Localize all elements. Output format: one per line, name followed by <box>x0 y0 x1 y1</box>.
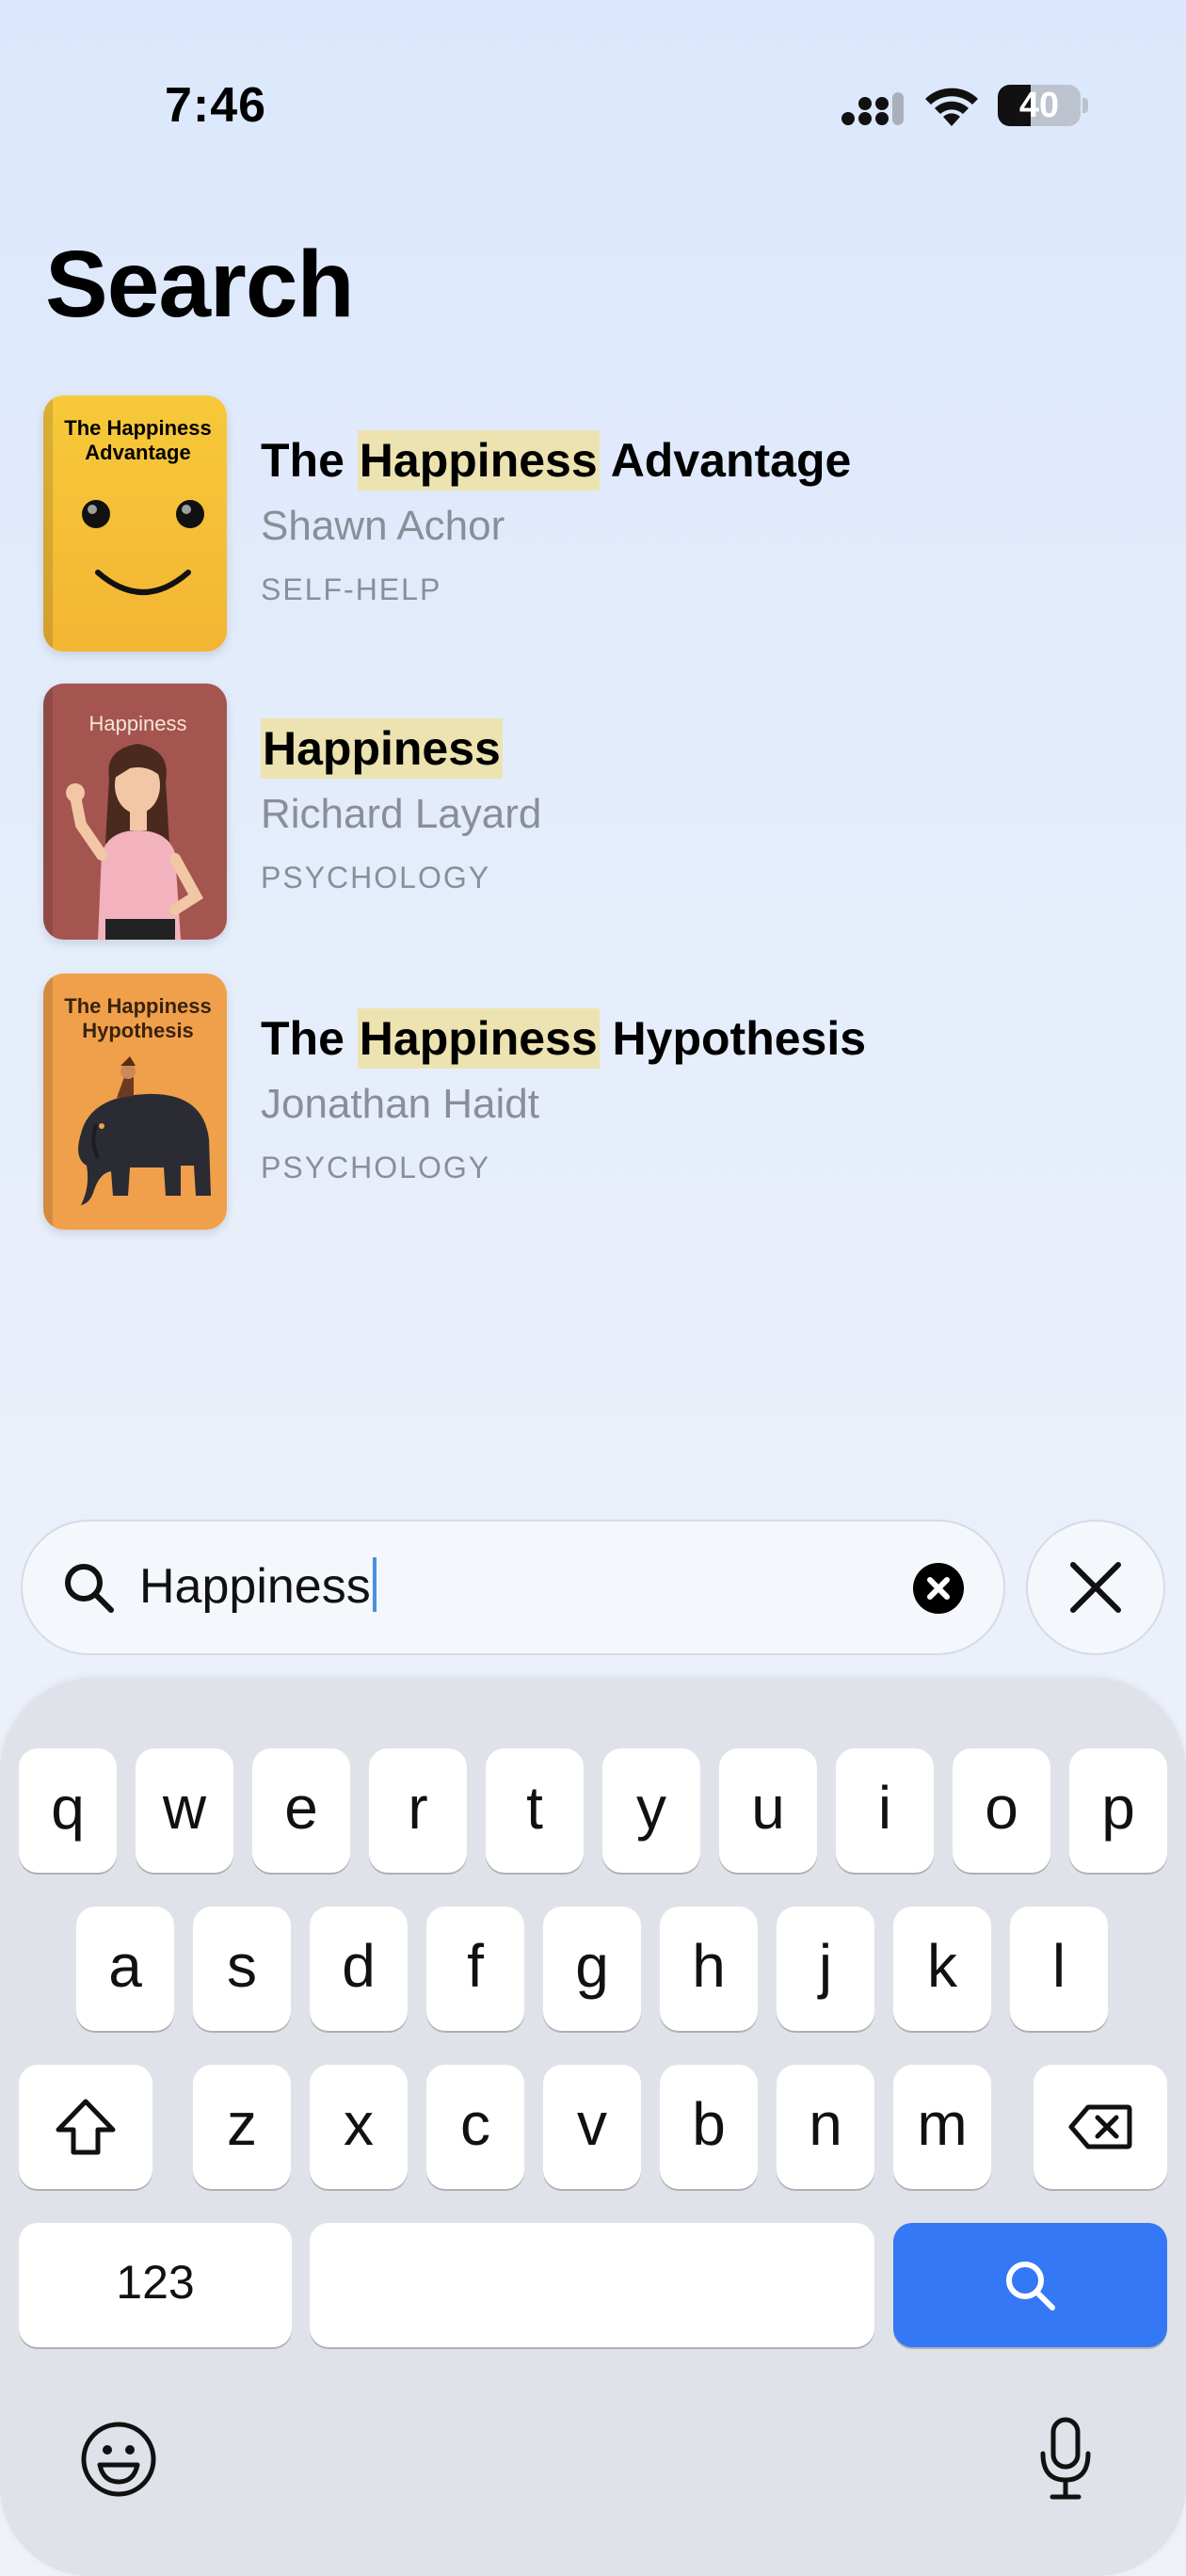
space-key[interactable] <box>310 2223 874 2347</box>
emoji-icon[interactable] <box>79 2420 158 2499</box>
search-input[interactable]: Happiness <box>139 1557 377 1615</box>
key-j[interactable]: j <box>777 1907 874 2031</box>
key-c[interactable]: c <box>426 2065 524 2189</box>
result-author: Shawn Achor <box>261 503 505 549</box>
key-s[interactable]: s <box>193 1907 291 2031</box>
shift-key[interactable] <box>19 2065 152 2189</box>
wifi-icon <box>925 88 978 126</box>
woman-illustration-icon <box>66 744 203 940</box>
key-z[interactable]: z <box>193 2065 291 2189</box>
match-highlight: Happiness <box>261 718 503 779</box>
microphone-icon[interactable] <box>1037 2416 1094 2503</box>
keyboard: q w e r t y u i o p a s d f g h j k l z … <box>0 1678 1186 2576</box>
key-e[interactable]: e <box>252 1748 350 1873</box>
key-i[interactable]: i <box>836 1748 934 1873</box>
result-author: Richard Layard <box>261 791 542 837</box>
key-p[interactable]: p <box>1069 1748 1167 1873</box>
search-result[interactable]: Happiness Happiness Richard Layard PSYCH… <box>0 684 1186 947</box>
delete-icon <box>1068 2104 1132 2149</box>
clear-icon <box>927 1577 950 1600</box>
status-time: 7:46 <box>165 78 267 133</box>
key-f[interactable]: f <box>426 1907 524 2031</box>
delete-key[interactable] <box>1034 2065 1167 2189</box>
key-d[interactable]: d <box>310 1907 408 2031</box>
battery-level: 40 <box>1018 86 1060 125</box>
result-author: Jonathan Haidt <box>261 1081 539 1127</box>
shift-icon <box>56 2099 116 2155</box>
key-y[interactable]: y <box>602 1748 700 1873</box>
match-highlight: Happiness <box>357 430 600 491</box>
key-t[interactable]: t <box>486 1748 584 1873</box>
match-highlight: Happiness <box>357 1008 600 1069</box>
key-l[interactable]: l <box>1010 1907 1108 2031</box>
key-x[interactable]: x <box>310 2065 408 2189</box>
key-m[interactable]: m <box>893 2065 991 2189</box>
search-field[interactable]: Happiness <box>21 1520 1005 1655</box>
key-n[interactable]: n <box>777 2065 874 2189</box>
search-key[interactable] <box>893 2223 1167 2347</box>
close-icon <box>1070 1562 1121 1613</box>
result-category: PSYCHOLOGY <box>261 861 491 894</box>
page-title: Search <box>45 232 355 337</box>
key-q[interactable]: q <box>19 1748 117 1873</box>
search-result[interactable]: The Happiness Hypothesis The Happiness H… <box>0 974 1186 1237</box>
key-u[interactable]: u <box>719 1748 817 1873</box>
result-category: SELF-HELP <box>261 572 442 606</box>
key-b[interactable]: b <box>660 2065 758 2189</box>
book-cover: The Happiness Advantage <box>43 395 227 652</box>
key-h[interactable]: h <box>660 1907 758 2031</box>
cellular-signal-icon <box>841 92 904 125</box>
key-g[interactable]: g <box>543 1907 641 2031</box>
key-w[interactable]: w <box>136 1748 233 1873</box>
result-category: PSYCHOLOGY <box>261 1151 491 1184</box>
clear-search-button[interactable] <box>913 1563 964 1614</box>
cancel-search-button[interactable] <box>1026 1520 1165 1655</box>
book-cover: Happiness <box>43 684 227 940</box>
text-caret <box>372 1557 377 1612</box>
key-a[interactable]: a <box>76 1907 174 2031</box>
search-result[interactable]: The Happiness Advantage The Happiness Ad… <box>0 395 1186 659</box>
result-title: The Happiness Hypothesis <box>261 1008 866 1069</box>
search-icon <box>1006 2262 1055 2310</box>
battery-icon: 40 <box>998 85 1088 126</box>
key-o[interactable]: o <box>953 1748 1050 1873</box>
result-title: The Happiness Advantage <box>261 430 851 491</box>
status-bar: 7:46 40 <box>0 0 1186 133</box>
result-title: Happiness <box>261 718 503 779</box>
key-k[interactable]: k <box>893 1907 991 2031</box>
book-cover: The Happiness Hypothesis <box>43 974 227 1230</box>
elephant-rider-icon <box>78 1056 211 1205</box>
numbers-key[interactable]: 123 <box>19 2223 292 2347</box>
key-v[interactable]: v <box>543 2065 641 2189</box>
smiley-face-icon <box>82 500 204 595</box>
search-icon <box>65 1564 114 1613</box>
key-r[interactable]: r <box>369 1748 467 1873</box>
